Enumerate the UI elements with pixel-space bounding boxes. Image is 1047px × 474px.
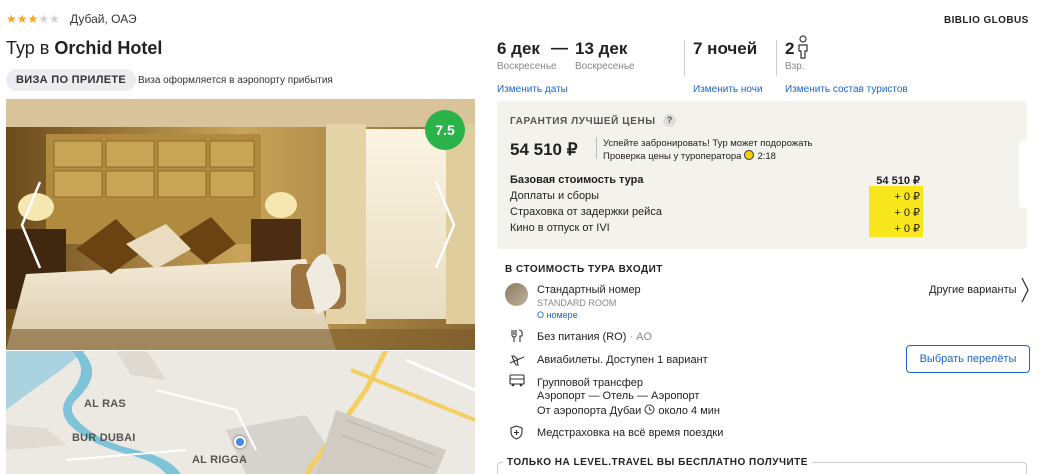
star-icon: ★ [49, 12, 60, 26]
date-to[interactable]: 13 дек [575, 39, 627, 59]
room-thumbnail[interactable] [505, 283, 528, 306]
visa-badge: ВИЗА ПО ПРИЛЕТЕ [6, 69, 137, 91]
timer-icon [744, 150, 755, 160]
meal-code: · AO [629, 331, 653, 343]
map-label-al-ras: AL RAS [84, 398, 126, 410]
title-prefix: Тур в [6, 38, 50, 58]
bus-icon [509, 374, 525, 387]
chevron-right-icon[interactable] [1020, 277, 1030, 303]
divider [776, 40, 777, 76]
hotel-location-pin-icon [234, 436, 246, 448]
date-to-weekday: Воскресенье [575, 61, 635, 72]
best-price-guarantee: ГАРАНТИЯ ЛУЧШЕЙ ЦЕНЫ [510, 116, 656, 127]
map-label-bur-dubai: BUR DUBAI [72, 432, 136, 444]
date-dash: — [551, 38, 568, 57]
price-row-label: Кино в отпуск от IVI [510, 222, 610, 234]
price-check-label: Проверка цены у туроператора [603, 151, 742, 162]
star-icon: ★ [16, 12, 28, 26]
hotel-room-image [6, 99, 475, 350]
adults-label: Взр. [785, 61, 805, 72]
rating-badge: 7.5 [425, 110, 465, 150]
hotel-name: Orchid Hotel [54, 38, 163, 58]
price-row-label: Базовая стоимость тура [510, 174, 644, 186]
transfer-route: Аэропорт — Отель — Аэропорт [537, 390, 700, 402]
divider [596, 137, 597, 159]
nights-count[interactable]: 7 ночей [693, 39, 757, 59]
change-dates-link[interactable]: Изменить даты [497, 84, 568, 95]
bonus-title: ТОЛЬКО НА LEVEL.TRAVEL ВЫ БЕСПЛАТНО ПОЛУ… [503, 457, 812, 468]
room-type: STANDARD ROOM [537, 298, 617, 308]
transfer-time-prefix: От аэропорта Дубаи [537, 405, 642, 417]
transfer-time: От аэропорта Дубаи около 4 мин [537, 404, 720, 417]
price-check-message: Проверка цены у туроператора 2:18 [603, 150, 776, 162]
chevron-left-icon[interactable] [18, 180, 44, 270]
insurance-info: Медстраховка на всё время поездки [537, 427, 724, 439]
adults-count[interactable]: 2 [785, 39, 794, 59]
price-row-value: 54 510 ₽ [876, 175, 920, 187]
select-flights-button[interactable]: Выбрать перелёты [906, 345, 1030, 373]
price-box-notch [1019, 140, 1029, 208]
hotel-map[interactable]: AL RAS BUR DUBAI AL RIGGA [6, 350, 475, 474]
visa-note: Виза оформляется в аэропорту прибытия [138, 75, 333, 86]
other-options-link[interactable]: Другие варианты [929, 284, 1017, 296]
star-icon: ★ [6, 12, 17, 26]
change-tourists-link[interactable]: Изменить состав туристов [785, 84, 908, 95]
date-from[interactable]: 6 дек [497, 39, 540, 59]
included-title: В СТОИМОСТЬ ТУРА ВХОДИТ [505, 264, 663, 275]
clock-icon [644, 404, 655, 415]
shield-icon [510, 425, 523, 440]
star-icon: ★ [27, 12, 39, 26]
plane-icon [509, 355, 525, 366]
page-title: Тур в Orchid Hotel [6, 38, 162, 59]
meal-icon [511, 329, 523, 342]
change-nights-link[interactable]: Изменить ночи [693, 84, 763, 95]
hotel-photo[interactable] [6, 99, 475, 350]
room-name: Стандартный номер [537, 284, 641, 296]
meal-plan-label: Без питания (RO) [537, 331, 627, 343]
tour-operator: BIBLIO GLOBUS [944, 15, 1029, 26]
transfer-type: Групповой трансфер [537, 377, 644, 389]
hotel-location: Дубай, ОАЭ [70, 12, 137, 26]
price-row-label: Страховка от задержки рейса [510, 206, 662, 218]
star-icon: ★ [38, 12, 50, 26]
transfer-time-value: около 4 мин [658, 405, 721, 417]
divider [684, 40, 685, 76]
tour-price: 54 510 ₽ [510, 140, 578, 159]
map-label-al-rigga: AL RIGGA [192, 454, 248, 466]
price-row-value: + 0 ₽ [894, 191, 920, 203]
price-row-value: + 0 ₽ [894, 207, 920, 219]
help-icon[interactable]: ? [663, 114, 676, 127]
price-check-timer: 2:18 [757, 151, 776, 162]
hurry-message: Успейте забронировать! Тур может подорож… [603, 138, 813, 149]
price-row-label: Доплаты и сборы [510, 190, 600, 202]
price-row-value: + 0 ₽ [894, 223, 920, 235]
date-from-weekday: Воскресенье [497, 61, 557, 72]
chevron-right-icon[interactable] [432, 180, 458, 270]
flights-info: Авиабилеты. Доступен 1 вариант [537, 354, 708, 366]
meal-plan: Без питания (RO) · AO [537, 331, 652, 343]
person-icon [798, 35, 808, 59]
about-room-link[interactable]: О номере [537, 310, 578, 320]
hotel-stars: ★★★★★ [6, 12, 60, 26]
